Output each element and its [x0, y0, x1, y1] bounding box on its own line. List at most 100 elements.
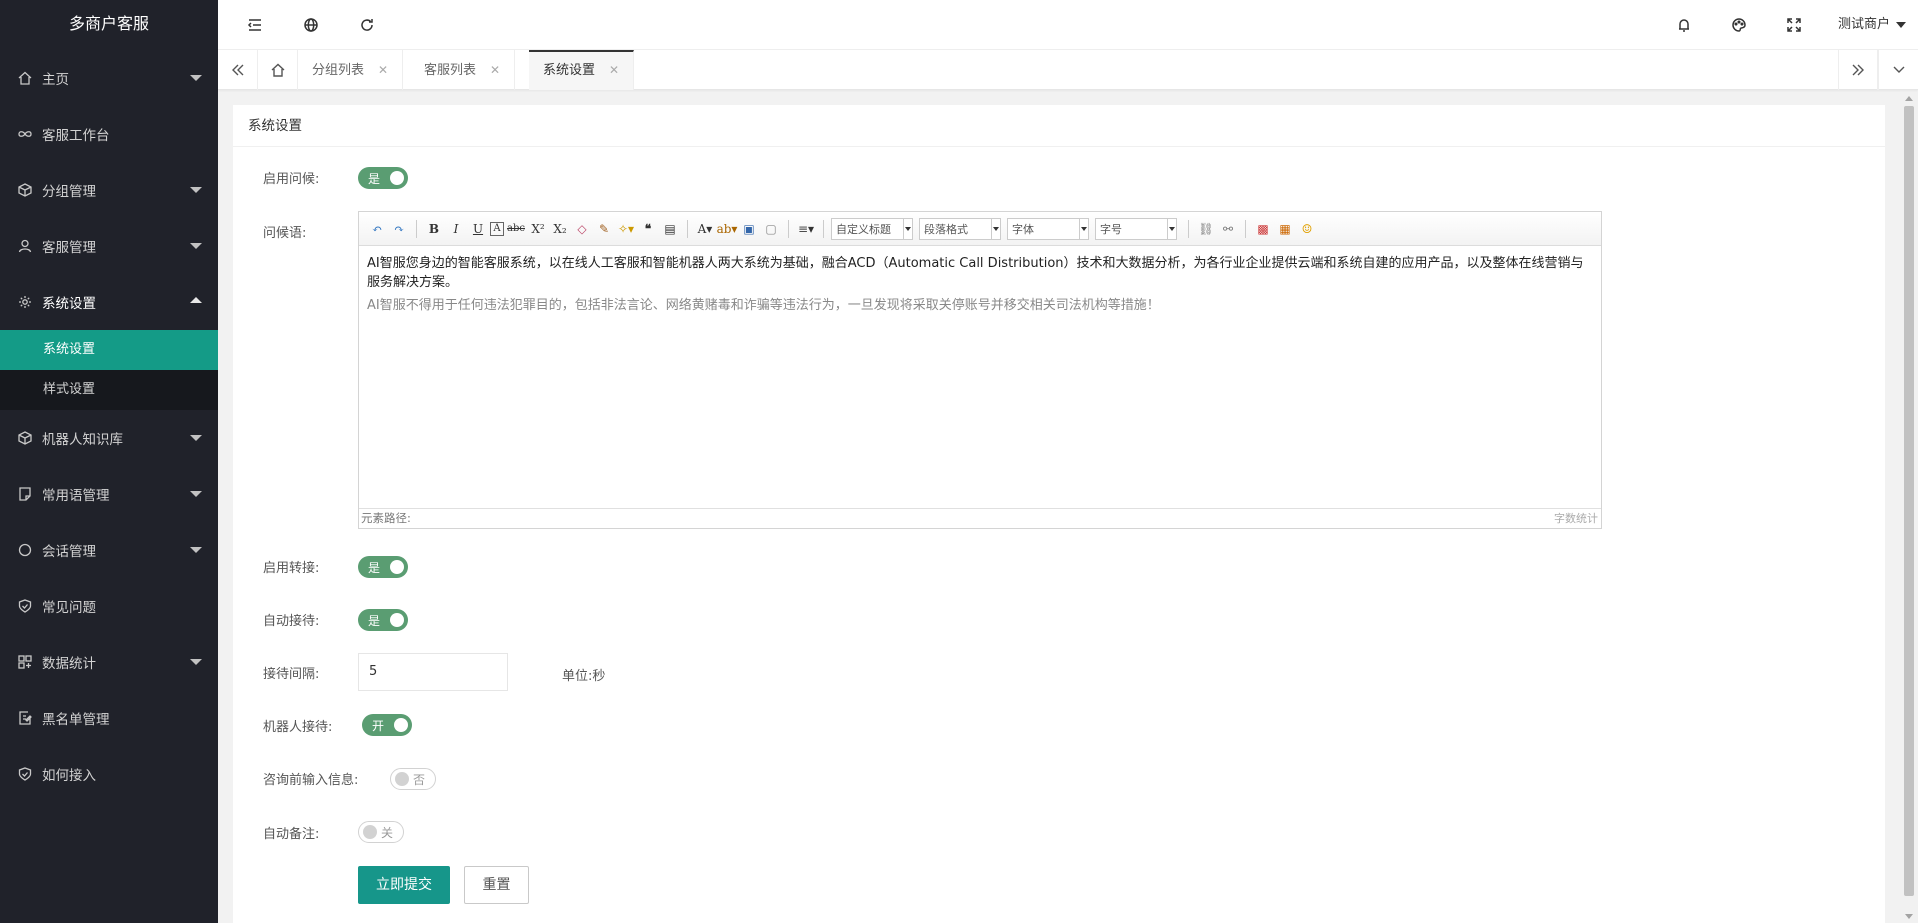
switch-knob	[390, 171, 404, 185]
custom-title-select[interactable]: 自定义标题	[831, 217, 913, 240]
sidebar-subitem-style-settings[interactable]: 样式设置	[0, 370, 218, 410]
greeting-label: 问候语:	[263, 226, 307, 241]
enable-transfer-switch[interactable]: 是	[358, 556, 408, 578]
infinity-icon	[18, 127, 32, 141]
redo-icon[interactable]: ↷	[389, 219, 409, 239]
superscript-icon[interactable]: X²	[528, 219, 548, 239]
paragraph-format-select[interactable]: 段落格式	[919, 217, 1001, 240]
close-icon[interactable]: ✕	[378, 63, 388, 77]
tab-agent-list[interactable]: 客服列表 ✕	[410, 50, 516, 90]
underline-icon[interactable]: U	[468, 219, 488, 239]
fullscreen-icon[interactable]	[1774, 0, 1814, 50]
font-border-icon[interactable]: A	[490, 221, 504, 236]
chevron-down-icon	[190, 243, 202, 249]
sidebar-item-phrases[interactable]: 常用语管理	[0, 466, 218, 522]
globe-icon[interactable]	[291, 0, 331, 50]
chevron-down-icon	[190, 491, 202, 497]
tabs-scroll-right-icon[interactable]	[1838, 50, 1878, 90]
greeting-text-line2: AI智服不得用于任何违法犯罪目的，包括非法言论、网络黄赌毒和诈骗等违法行为，一旦…	[367, 298, 1160, 313]
bold-icon[interactable]: B	[424, 219, 444, 239]
reception-interval-unit: 单位:秒	[562, 669, 606, 684]
scrollbar-thumb[interactable]	[1904, 106, 1914, 896]
clear-doc-icon[interactable]: ▢	[761, 219, 781, 239]
sidebar-item-sessions[interactable]: 会话管理	[0, 522, 218, 578]
tab-system-settings[interactable]: 系统设置 ✕	[529, 50, 635, 90]
user-menu[interactable]: 测试商户	[1838, 0, 1906, 50]
home-tab-icon[interactable]	[258, 50, 298, 90]
strikethrough-icon[interactable]: abc	[506, 219, 526, 239]
greeting-text-line1: AI智服您身边的智能客服系统，以在线人工客服和智能机器人两大系统为基础，融合AC…	[367, 256, 1584, 290]
refresh-icon[interactable]	[347, 0, 387, 50]
image-icon[interactable]: ▩	[1253, 219, 1273, 239]
tabs-scroll-left-icon[interactable]	[218, 50, 258, 90]
sidebar-item-how-to-integrate[interactable]: 如何接入	[0, 746, 218, 802]
eraser-icon[interactable]: ◇	[572, 219, 592, 239]
auto-reception-switch[interactable]: 是	[358, 609, 408, 631]
switch-text: 否	[413, 772, 426, 787]
italic-icon[interactable]: I	[446, 219, 466, 239]
subscript-icon[interactable]: X₂	[550, 219, 570, 239]
page-scrollbar[interactable]	[1900, 92, 1918, 923]
sidebar-item-faq[interactable]: 常见问题	[0, 578, 218, 634]
enable-greeting-label: 启用问候:	[263, 172, 320, 187]
line-height-icon[interactable]: ≡▾	[796, 219, 816, 239]
sidebar-subitem-system-settings[interactable]: 系统设置	[0, 330, 218, 370]
highlight-color-icon[interactable]: ab▾	[717, 219, 738, 239]
reset-button[interactable]: 重置	[464, 866, 529, 904]
palette-icon[interactable]	[1719, 0, 1759, 50]
switch-knob	[363, 825, 377, 839]
sidebar-item-group-management[interactable]: 分组管理	[0, 162, 218, 218]
blockquote-icon[interactable]: ❝	[638, 219, 658, 239]
reception-interval-input[interactable]: 5	[358, 653, 508, 691]
close-icon[interactable]: ✕	[490, 63, 500, 77]
link-icon[interactable]: ⛓	[1196, 219, 1216, 239]
sidebar-item-agent-workbench[interactable]: 客服工作台	[0, 106, 218, 162]
select-all-icon[interactable]: ▣	[739, 219, 759, 239]
sidebar-item-robot-knowledge[interactable]: 机器人知识库	[0, 410, 218, 466]
menu-toggle-icon[interactable]	[235, 0, 275, 50]
dropdown-arrow-icon	[1079, 218, 1088, 239]
switch-knob	[390, 560, 404, 574]
sidebar-item-agent-management[interactable]: 客服管理	[0, 218, 218, 274]
sidebar-item-statistics[interactable]: 数据统计	[0, 634, 218, 690]
card-title: 系统设置	[233, 105, 1885, 147]
reception-interval-label: 接待间隔:	[263, 667, 320, 682]
switch-text: 关	[381, 825, 394, 840]
enable-greeting-switch[interactable]: 是	[358, 167, 408, 189]
dropdown-arrow-icon	[991, 218, 1000, 239]
app-logo-title: 多商户客服	[0, 0, 218, 50]
close-icon[interactable]: ✕	[609, 63, 619, 77]
undo-icon[interactable]: ↶	[367, 219, 387, 239]
tabs-menu-chevron-down-icon[interactable]	[1878, 50, 1918, 90]
sidebar-item-blacklist[interactable]: 黑名单管理	[0, 690, 218, 746]
font-family-select[interactable]: 字体	[1007, 217, 1089, 240]
edit-doc-icon	[18, 711, 32, 725]
chevron-down-icon	[190, 547, 202, 553]
sidebar-item-label: 机器人知识库	[42, 432, 123, 448]
emoji-icon[interactable]: ☺	[1297, 219, 1317, 239]
bell-icon[interactable]	[1664, 0, 1704, 50]
paste-plain-icon[interactable]: ▤	[660, 219, 680, 239]
font-color-icon[interactable]: A▾	[695, 219, 715, 239]
format-brush-icon[interactable]: ✎	[594, 219, 614, 239]
sidebar-item-label: 常见问题	[42, 600, 96, 616]
multi-image-icon[interactable]: ▦	[1275, 219, 1295, 239]
submit-button[interactable]: 立即提交	[358, 866, 450, 904]
scroll-up-icon[interactable]	[1905, 96, 1913, 101]
pre-consult-info-switch[interactable]: 否	[390, 768, 436, 790]
font-size-select[interactable]: 字号	[1095, 217, 1177, 240]
note-icon	[18, 487, 32, 501]
editor-content[interactable]: AI智服您身边的智能客服系统，以在线人工客服和智能机器人两大系统为基础，融合AC…	[359, 246, 1601, 508]
auto-note-switch[interactable]: 关	[358, 821, 404, 843]
editor-statusbar: 元素路径: 字数统计	[359, 508, 1601, 528]
scroll-down-icon[interactable]	[1905, 914, 1913, 919]
switch-text: 是	[368, 171, 381, 186]
robot-reception-switch[interactable]: 开	[362, 714, 412, 736]
sidebar-item-home[interactable]: 主页	[0, 50, 218, 106]
greeting-rich-editor[interactable]: ↶ ↷ B I U A abc X² X₂ ◇ ✎ ✧▾ ❝ ▤ A▾ ab▾ …	[358, 211, 1602, 529]
auto-format-icon[interactable]: ✧▾	[616, 219, 636, 239]
sidebar-item-system-settings[interactable]: 系统设置	[0, 274, 218, 330]
tab-group-list[interactable]: 分组列表 ✕	[298, 50, 404, 90]
unlink-icon[interactable]: ⚯	[1218, 219, 1238, 239]
dashboard-icon	[18, 655, 32, 669]
